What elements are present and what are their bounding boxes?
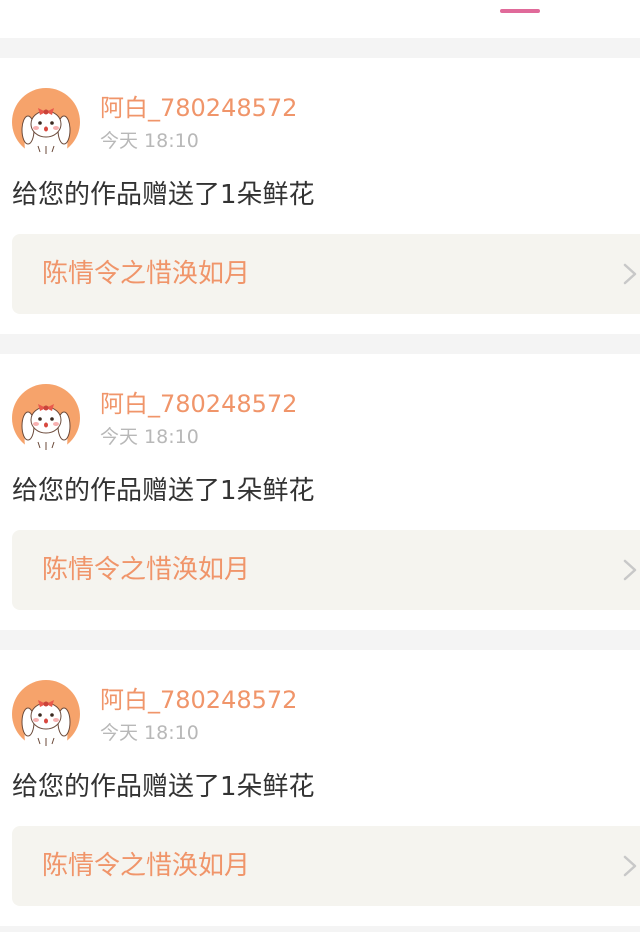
notification-card: 阿白_780248572 今天 18:10 给您的作品赠送了1朵鲜花 陈情令之惜… bbox=[0, 354, 640, 630]
work-link[interactable]: 陈情令之惜涣如月 bbox=[12, 530, 640, 610]
username[interactable]: 阿白_780248572 bbox=[100, 390, 297, 418]
timestamp: 今天 18:10 bbox=[100, 722, 199, 744]
top-tab-bar bbox=[0, 0, 640, 38]
work-title: 陈情令之惜涣如月 bbox=[42, 851, 251, 881]
avatar[interactable] bbox=[12, 680, 80, 748]
bunny-avatar-icon bbox=[12, 384, 80, 452]
notification-message: 给您的作品赠送了1朵鲜花 bbox=[12, 180, 315, 210]
work-link[interactable]: 陈情令之惜涣如月 bbox=[12, 826, 640, 906]
username[interactable]: 阿白_780248572 bbox=[100, 94, 297, 122]
avatar[interactable] bbox=[12, 384, 80, 452]
username[interactable]: 阿白_780248572 bbox=[100, 686, 297, 714]
chevron-right-icon bbox=[620, 262, 640, 286]
notification-message: 给您的作品赠送了1朵鲜花 bbox=[12, 772, 315, 802]
notification-card: 阿白_780248572 今天 18:10 给您的作品赠送了1朵鲜花 陈情令之惜… bbox=[0, 650, 640, 926]
work-link[interactable]: 陈情令之惜涣如月 bbox=[12, 234, 640, 314]
active-tab-indicator bbox=[500, 9, 540, 13]
timestamp: 今天 18:10 bbox=[100, 426, 199, 448]
chevron-right-icon bbox=[620, 854, 640, 878]
bunny-avatar-icon bbox=[12, 680, 80, 748]
notification-message: 给您的作品赠送了1朵鲜花 bbox=[12, 476, 315, 506]
work-title: 陈情令之惜涣如月 bbox=[42, 555, 251, 585]
notification-card: 阿白_780248572 今天 18:10 给您的作品赠送了1朵鲜花 陈情令之惜… bbox=[0, 58, 640, 334]
bunny-avatar-icon bbox=[12, 88, 80, 156]
work-title: 陈情令之惜涣如月 bbox=[42, 259, 251, 289]
avatar[interactable] bbox=[12, 88, 80, 156]
chevron-right-icon bbox=[620, 558, 640, 582]
timestamp: 今天 18:10 bbox=[100, 130, 199, 152]
